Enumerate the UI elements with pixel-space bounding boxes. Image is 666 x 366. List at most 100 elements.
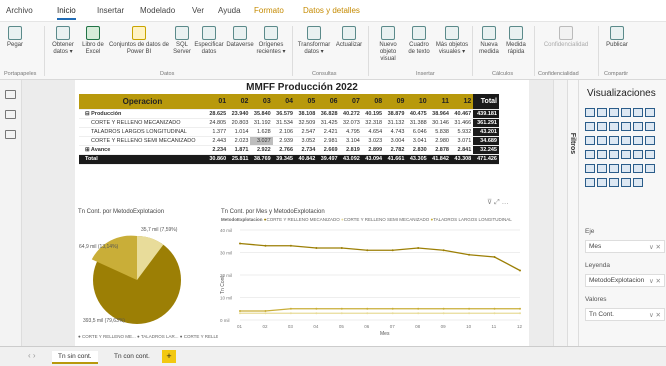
- powerbi-datasets-button[interactable]: Conjuntos de datos de Power BI: [108, 26, 170, 56]
- matrix-header[interactable]: 05: [295, 94, 318, 110]
- transform-data-button[interactable]: Transformar datos ▾: [296, 26, 332, 56]
- field-well[interactable]: Mes ∨ ✕: [585, 240, 665, 253]
- sensitivity-button[interactable]: Confidencialidad: [538, 26, 594, 49]
- data-point[interactable]: [289, 312, 292, 315]
- filters-pane[interactable]: Filtros: [567, 80, 578, 346]
- matrix-header[interactable]: 06: [317, 94, 340, 110]
- data-point[interactable]: [366, 249, 369, 252]
- excel-button[interactable]: Libro de Excel: [80, 26, 106, 56]
- matrix-header[interactable]: Operacion: [79, 94, 206, 110]
- data-point[interactable]: [264, 244, 267, 247]
- enter-data-button[interactable]: Especificar datos: [194, 26, 224, 56]
- matrix-row[interactable]: TALADROS LARGOS LONGITUDINAL 1.377 1.014 1.…: [79, 127, 499, 137]
- production-matrix[interactable]: Operacion 01 02 03 04 05 06 07 08 09 10 11 12 Total ⊟ …: [79, 94, 499, 165]
- visual-type-icon[interactable]: [585, 122, 595, 131]
- recent-sources-button[interactable]: Orígenes recientes ▾: [256, 26, 286, 56]
- report-view-icon[interactable]: [5, 90, 16, 99]
- paste-button[interactable]: Pegar: [4, 26, 26, 49]
- more-visuals-button[interactable]: Más objetos visuales ▾: [434, 26, 470, 56]
- tab-archivo[interactable]: Archivo: [6, 6, 33, 15]
- visual-type-icon[interactable]: [597, 108, 607, 117]
- visual-type-icon[interactable]: [633, 164, 643, 173]
- data-point[interactable]: [340, 307, 343, 310]
- page-tab-tn-sin-cont[interactable]: Tn sin cont.: [52, 351, 98, 364]
- matrix-row[interactable]: CORTE Y RELLENO MECANIZADO 24.805 20.803 31…: [79, 118, 499, 128]
- field-well[interactable]: MetodoExplotacion ∨ ✕: [585, 274, 665, 287]
- matrix-header[interactable]: 09: [384, 94, 407, 110]
- line-visual[interactable]: Tn Cont. por Mes y MetodoExplotacion Met…: [218, 206, 528, 344]
- data-point[interactable]: [493, 256, 496, 258]
- data-point[interactable]: [315, 247, 318, 249]
- data-point[interactable]: [442, 249, 445, 252]
- data-point[interactable]: [340, 247, 343, 249]
- visual-type-icon[interactable]: [597, 164, 607, 173]
- visual-type-icon[interactable]: [585, 164, 595, 173]
- dataverse-button[interactable]: Dataverse: [226, 26, 254, 49]
- visual-type-icon[interactable]: [633, 178, 643, 187]
- visual-type-icon[interactable]: [645, 122, 655, 131]
- visual-type-icon[interactable]: [609, 150, 619, 159]
- visual-type-icon[interactable]: [621, 136, 631, 145]
- visual-type-icon[interactable]: [609, 164, 619, 173]
- tab-datos-detalles[interactable]: Datos y detalles: [303, 6, 360, 15]
- matrix-header[interactable]: 12: [450, 94, 474, 110]
- quick-measure-button[interactable]: Medida rápida: [504, 26, 528, 56]
- new-measure-button[interactable]: Nueva medida: [476, 26, 502, 56]
- matrix-header[interactable]: 11: [428, 94, 451, 110]
- visual-type-icon[interactable]: [645, 164, 655, 173]
- matrix-header[interactable]: 10: [406, 94, 429, 110]
- data-point[interactable]: [417, 312, 420, 315]
- data-point[interactable]: [519, 312, 521, 315]
- matrix-header[interactable]: 08: [361, 94, 385, 110]
- matrix-header[interactable]: Total: [473, 94, 499, 110]
- matrix-header[interactable]: 02: [228, 94, 251, 110]
- data-point[interactable]: [239, 312, 241, 315]
- data-point[interactable]: [239, 310, 241, 312]
- tab-ver[interactable]: Ver: [192, 6, 204, 15]
- tab-inicio[interactable]: Inicio: [57, 6, 76, 20]
- visual-type-icon[interactable]: [633, 108, 643, 117]
- data-point[interactable]: [493, 307, 496, 310]
- filter-icon[interactable]: ⊽ ⤢ …: [487, 198, 509, 207]
- visual-type-icon[interactable]: [645, 150, 655, 159]
- text-box-button[interactable]: Cuadro de texto: [406, 26, 432, 56]
- visual-type-icon[interactable]: [609, 108, 619, 117]
- visual-type-icon[interactable]: [645, 136, 655, 145]
- visual-type-icon[interactable]: [585, 150, 595, 159]
- tab-ayuda[interactable]: Ayuda: [218, 6, 241, 15]
- data-point[interactable]: [366, 312, 369, 315]
- visual-type-icon[interactable]: [621, 150, 631, 159]
- pie-visual[interactable]: Tn Cont. por MetodoExplotacion 35,7 mil …: [75, 206, 223, 344]
- visual-type-icon[interactable]: [585, 108, 595, 117]
- visual-type-icon[interactable]: [597, 122, 607, 131]
- data-point[interactable]: [468, 312, 471, 315]
- visual-type-icon[interactable]: [585, 178, 595, 187]
- visual-type-icon[interactable]: [609, 178, 619, 187]
- visual-type-icon[interactable]: [621, 122, 631, 131]
- collapse-panel[interactable]: [553, 80, 567, 346]
- data-point[interactable]: [417, 247, 420, 249]
- refresh-button[interactable]: Actualizar: [334, 26, 364, 49]
- data-point[interactable]: [391, 312, 394, 315]
- tab-formato[interactable]: Formato: [254, 6, 284, 15]
- data-point[interactable]: [442, 312, 445, 315]
- visual-type-icon[interactable]: [609, 136, 619, 145]
- visual-type-icon[interactable]: [633, 136, 643, 145]
- data-point[interactable]: [519, 307, 521, 310]
- data-point[interactable]: [315, 307, 318, 310]
- add-page-button[interactable]: +: [162, 350, 176, 363]
- matrix-row[interactable]: Total 30.860 25.811 38.769 39.345 40.842 39.49…: [79, 154, 499, 165]
- data-point[interactable]: [391, 307, 394, 310]
- data-point[interactable]: [315, 312, 318, 315]
- data-point[interactable]: [519, 269, 521, 272]
- visual-type-icon[interactable]: [621, 178, 631, 187]
- matrix-row[interactable]: ⊞ Avance 2.234 1.871 2.922 2.766 2.734 2.669 2.…: [79, 145, 499, 155]
- matrix-header[interactable]: 07: [339, 94, 362, 110]
- visual-type-icon[interactable]: [597, 150, 607, 159]
- page-nav-arrows[interactable]: ‹ ›: [28, 351, 36, 360]
- visual-type-icon[interactable]: [633, 122, 643, 131]
- data-point[interactable]: [391, 249, 394, 252]
- new-visual-button[interactable]: Nuevo objeto visual: [372, 26, 404, 63]
- data-view-icon[interactable]: [5, 110, 16, 119]
- page-tab-tn-con-cont[interactable]: Tn con cont.: [108, 351, 156, 362]
